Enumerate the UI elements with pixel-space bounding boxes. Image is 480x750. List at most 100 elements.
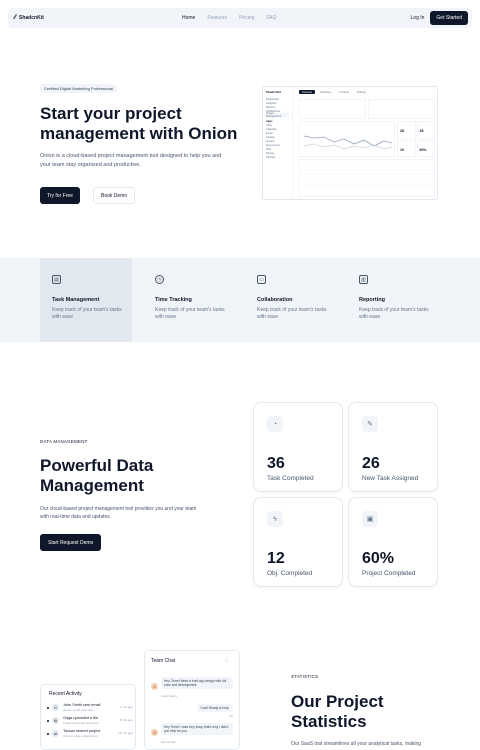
feature-description: Keep track of your team's tasks with eas… xyxy=(155,307,225,320)
top-navbar: ⁄⁄ ShadcnKit Home Features Pricing FAQ L… xyxy=(8,8,472,28)
data-management-title: Powerful Data Management xyxy=(40,456,154,495)
feature-title: Reporting xyxy=(359,297,385,303)
pie-chart-icon: ◔ xyxy=(267,416,283,432)
dashboard-preview-card xyxy=(299,99,366,119)
stat-card-obj-completed: ϟ 12 Obj. Completed xyxy=(253,497,343,587)
clipboard-icon: ▣ xyxy=(362,511,378,527)
report-icon: ▥ xyxy=(359,275,368,284)
feature-time-tracking[interactable]: ◷ Time Tracking Keep track of your team'… xyxy=(143,258,235,342)
chat-message: Hey There! I was very busy, that's why I… xyxy=(161,723,233,736)
dashboard-preview-stats: 28 28 10 60% xyxy=(397,121,435,157)
feature-title: Collaboration xyxy=(257,297,293,303)
statistics-title: Our Project Statistics xyxy=(291,692,384,731)
dashboard-preview-series-1 xyxy=(303,135,393,147)
chat-tools-icon[interactable]: ⚲ ⋯ xyxy=(225,658,233,663)
dashboard-preview-tab: Settings xyxy=(356,90,366,94)
message-icon: ▭ xyxy=(257,275,266,284)
data-management-description: Our cloud-based project management tool … xyxy=(40,506,197,520)
dashboard-preview-side-item: Project Management xyxy=(266,112,289,118)
activity-name: John Smith sent email xyxy=(63,703,101,707)
activity-time: 15 min ago xyxy=(118,731,133,735)
share-icon: ⇄ xyxy=(52,730,59,737)
dashboard-preview-chart-svg xyxy=(303,135,393,150)
dashboard-preview-line-chart xyxy=(299,121,395,157)
data-management-eyebrow: DATA MANAGEMENT xyxy=(40,439,88,444)
login-link[interactable]: Log In xyxy=(411,15,425,21)
zap-icon: ϟ xyxy=(267,511,283,527)
brand-logo-icon: ⁄⁄ xyxy=(14,15,17,21)
feature-task-management[interactable]: ▤ Task Management Keep track of your tea… xyxy=(40,258,132,342)
dashboard-preview-stat: 28 xyxy=(397,121,416,139)
dashboard-preview-table-row xyxy=(300,180,434,185)
stat-label: New Task Assigned xyxy=(362,475,419,482)
feature-description: Keep track of your team's tasks with eas… xyxy=(359,307,429,320)
recent-activity-title: Recent Activity xyxy=(49,691,82,697)
stat-card-project-completed: ▣ 60% Project Completed xyxy=(348,497,438,587)
dashboard-preview-cards xyxy=(299,99,435,119)
bullet-icon xyxy=(47,720,49,722)
chat-message: Hey There! Need a front app design with … xyxy=(161,677,233,690)
nav-link-faq[interactable]: FAQ xyxy=(266,15,276,21)
dashboard-preview-tab: Customers xyxy=(319,90,332,94)
activity-item[interactable]: ⇄ Tavsan shared project It has to share … xyxy=(47,729,135,740)
try-for-free-button[interactable]: Try for Free xyxy=(40,187,80,204)
nav-link-features[interactable]: Features xyxy=(207,15,227,21)
team-chat-title: Team Chat xyxy=(151,658,176,664)
recent-activity-card: Recent Activity ✉ John Smith sent email … xyxy=(40,684,136,750)
book-demo-button[interactable]: Book Demo xyxy=(93,187,136,204)
hero-badge: Certified Digital Marketing Professional xyxy=(40,84,117,93)
dashboard-preview-tabs: Overview Customers Products Settings xyxy=(299,90,369,94)
dashboard-preview-sidebar: ShadcnKit Dashboard Analytics Reports No… xyxy=(263,87,293,199)
feature-title: Time Tracking xyxy=(155,297,192,303)
nav-links: Home Features Pricing FAQ xyxy=(182,8,276,28)
chat-message-meta: Alex Hunter xyxy=(161,740,176,744)
dashboard-preview-card xyxy=(368,99,435,119)
stat-value: 60% xyxy=(362,550,395,567)
activity-name: Tavsan shared project xyxy=(63,729,101,733)
team-chat-card: Team Chat ⚲ ⋯ ☺ Hey There! Need a front … xyxy=(144,650,240,750)
activity-sub: It has to share attachment xyxy=(63,734,98,738)
get-started-button[interactable]: Get Started xyxy=(430,11,468,25)
avatar: ☺ xyxy=(151,729,158,736)
hero-description: Onion is a cloud-based project managemen… xyxy=(40,153,222,168)
chat-message-meta: Justin Moore xyxy=(161,694,178,698)
dashboard-preview-series-2 xyxy=(303,143,393,150)
feature-reporting[interactable]: ▥ Reporting Keep track of your team's ta… xyxy=(347,258,439,342)
chat-message: Cool! Ready to help. xyxy=(197,704,233,713)
stat-card-task-completed: ◔ 36 Task Completed xyxy=(253,402,343,492)
brand[interactable]: ⁄⁄ ShadcnKit xyxy=(14,15,44,21)
bullet-icon xyxy=(47,733,49,735)
feature-title: Task Management xyxy=(52,297,100,303)
start-request-demo-button[interactable]: Start Request Demo xyxy=(40,534,102,551)
dashboard-preview-image: ShadcnKit Dashboard Analytics Reports No… xyxy=(262,86,438,200)
feature-description: Keep track of your team's tasks with eas… xyxy=(257,307,327,320)
file-icon: ▤ xyxy=(52,275,61,284)
activity-sub: has an email your task xyxy=(63,708,94,712)
nav-actions: Log In Get Started xyxy=(411,11,468,25)
chat-message-meta: You xyxy=(228,714,233,718)
edit-icon: ✎ xyxy=(362,416,378,432)
stat-card-new-task-assigned: ✎ 26 New Task Assigned xyxy=(348,402,438,492)
nav-link-pricing[interactable]: Pricing xyxy=(239,15,254,21)
nav-link-home[interactable]: Home xyxy=(182,15,195,21)
dashboard-preview-stat: 28 xyxy=(416,121,435,139)
activity-time: 3 min ago xyxy=(119,705,133,709)
brand-name: ShadcnKit xyxy=(19,15,44,21)
statistics-description: Our SaaS tool streamlines all your analy… xyxy=(291,741,422,747)
dashboard-preview-stat: 60% xyxy=(416,139,435,157)
dashboard-preview-logo: ShadcnKit xyxy=(266,90,281,94)
features-band: ▤ Task Management Keep track of your tea… xyxy=(0,258,480,342)
mail-icon: ✉ xyxy=(52,704,59,711)
activity-name: Gaga uploaded a file xyxy=(63,716,99,720)
bullet-icon xyxy=(47,707,49,709)
activity-time: 8 min ago xyxy=(119,718,133,722)
stat-label: Project Completed xyxy=(362,570,416,577)
activity-item[interactable]: ✉ John Smith sent email has an email you… xyxy=(47,703,135,714)
feature-collaboration[interactable]: ▭ Collaboration Keep track of your team'… xyxy=(245,258,337,342)
file-upload-icon: ▤ xyxy=(52,717,59,724)
stat-value: 26 xyxy=(362,455,380,472)
stat-label: Task Completed xyxy=(267,475,314,482)
dashboard-preview-tab: Overview xyxy=(299,90,315,94)
clock-icon: ◷ xyxy=(155,275,164,284)
activity-item[interactable]: ▤ Gaga uploaded a file Fixed some bugs a… xyxy=(47,716,135,727)
